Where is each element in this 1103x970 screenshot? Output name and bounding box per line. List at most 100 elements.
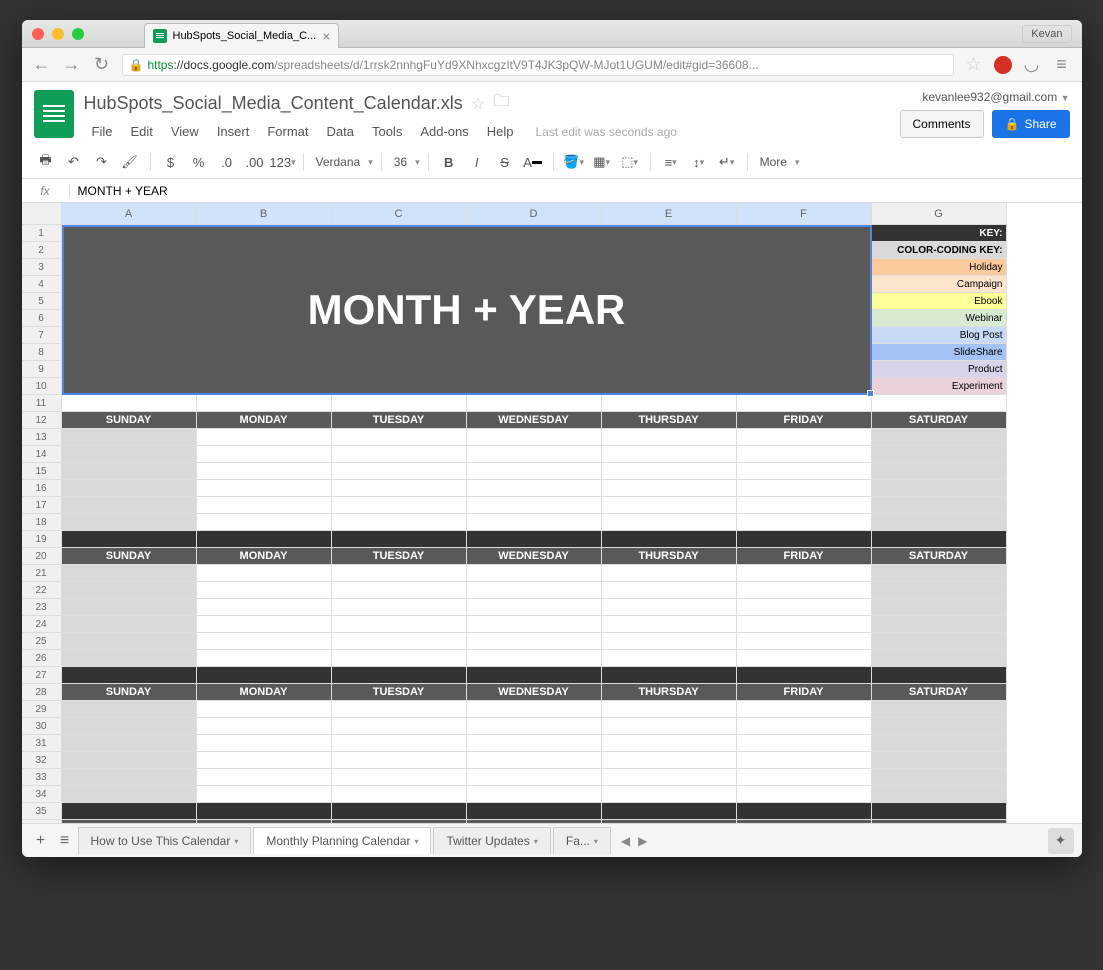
calendar-cell[interactable] — [62, 514, 197, 531]
row-header-12[interactable]: 12 — [22, 412, 62, 429]
separator-cell[interactable] — [872, 803, 1007, 820]
calendar-cell[interactable] — [872, 769, 1007, 786]
legend-campaign[interactable]: Campaign — [872, 276, 1007, 293]
calendar-cell[interactable] — [467, 616, 602, 633]
menu-view[interactable]: View — [163, 121, 207, 142]
calendar-cell[interactable] — [872, 735, 1007, 752]
calendar-cell[interactable] — [62, 735, 197, 752]
calendar-cell[interactable] — [737, 735, 872, 752]
calendar-cell[interactable] — [197, 497, 332, 514]
more-button[interactable]: More — [756, 155, 791, 169]
day-header-tuesday[interactable]: TUESDAY — [332, 820, 467, 823]
increase-decimal-icon[interactable]: .00 — [243, 150, 267, 174]
selection-handle[interactable] — [867, 390, 874, 397]
day-header-saturday[interactable]: SATURDAY — [872, 820, 1007, 823]
col-header-B[interactable]: B — [197, 203, 332, 225]
calendar-cell[interactable] — [332, 480, 467, 497]
calendar-cell[interactable] — [467, 752, 602, 769]
doc-title[interactable]: HubSpots_Social_Media_Content_Calendar.x… — [84, 93, 463, 114]
strikethrough-icon[interactable]: S — [493, 150, 517, 174]
calendar-cell[interactable] — [332, 446, 467, 463]
text-wrap-icon[interactable]: ↵▾ — [715, 150, 739, 174]
calendar-cell[interactable] — [197, 429, 332, 446]
calendar-cell[interactable] — [467, 786, 602, 803]
row-header-11[interactable]: 11 — [22, 395, 62, 412]
calendar-cell[interactable] — [467, 514, 602, 531]
day-header-friday[interactable]: FRIDAY — [737, 820, 872, 823]
day-header-tuesday[interactable]: TUESDAY — [332, 548, 467, 565]
calendar-cell[interactable] — [467, 633, 602, 650]
font-size-select[interactable]: 36 — [390, 155, 411, 169]
calendar-cell[interactable] — [737, 616, 872, 633]
calendar-cell[interactable] — [332, 463, 467, 480]
row-header-15[interactable]: 15 — [22, 463, 62, 480]
row-header-16[interactable]: 16 — [22, 480, 62, 497]
menu-tools[interactable]: Tools — [364, 121, 410, 142]
row-header-20[interactable]: 20 — [22, 548, 62, 565]
day-header-friday[interactable]: FRIDAY — [737, 412, 872, 429]
col-header-D[interactable]: D — [467, 203, 602, 225]
day-header-saturday[interactable]: SATURDAY — [872, 412, 1007, 429]
menu-help[interactable]: Help — [479, 121, 522, 142]
format-number-icon[interactable]: 123▾ — [271, 150, 295, 174]
menu-add-ons[interactable]: Add-ons — [412, 121, 476, 142]
separator-cell[interactable] — [332, 803, 467, 820]
row-header-25[interactable]: 25 — [22, 633, 62, 650]
col-header-E[interactable]: E — [602, 203, 737, 225]
calendar-cell[interactable] — [467, 480, 602, 497]
day-header-saturday[interactable]: SATURDAY — [872, 548, 1007, 565]
calendar-cell[interactable] — [197, 633, 332, 650]
calendar-cell[interactable] — [62, 582, 197, 599]
add-sheet-button[interactable]: + — [30, 830, 52, 852]
calendar-cell[interactable] — [332, 599, 467, 616]
legend-webinar[interactable]: Webinar — [872, 310, 1007, 327]
reload-button[interactable]: ↻ — [92, 54, 112, 75]
separator-cell[interactable] — [737, 667, 872, 684]
calendar-cell[interactable] — [737, 599, 872, 616]
calendar-cell[interactable] — [602, 582, 737, 599]
calendar-cell[interactable] — [62, 752, 197, 769]
paint-format-icon[interactable]: 🖌 — [118, 150, 142, 174]
calendar-cell[interactable] — [467, 718, 602, 735]
calendar-cell[interactable] — [602, 633, 737, 650]
calendar-cell[interactable] — [62, 650, 197, 667]
calendar-cell[interactable] — [602, 463, 737, 480]
calendar-cell[interactable] — [332, 701, 467, 718]
day-header-tuesday[interactable]: TUESDAY — [332, 412, 467, 429]
calendar-cell[interactable] — [467, 446, 602, 463]
calendar-cell[interactable] — [197, 701, 332, 718]
day-header-thursday[interactable]: THURSDAY — [602, 412, 737, 429]
calendar-cell[interactable] — [602, 446, 737, 463]
row-header-30[interactable]: 30 — [22, 718, 62, 735]
calendar-cell[interactable] — [872, 565, 1007, 582]
calendar-cell[interactable] — [737, 429, 872, 446]
calendar-cell[interactable] — [602, 735, 737, 752]
menu-format[interactable]: Format — [259, 121, 316, 142]
calendar-cell[interactable] — [197, 599, 332, 616]
legend-product[interactable]: Product — [872, 361, 1007, 378]
calendar-cell[interactable] — [332, 735, 467, 752]
explore-button[interactable]: ✦ — [1048, 828, 1074, 854]
calendar-cell[interactable] — [62, 633, 197, 650]
row-header-10[interactable]: 10 — [22, 378, 62, 395]
separator-cell[interactable] — [62, 531, 197, 548]
calendar-cell[interactable] — [602, 565, 737, 582]
separator-cell[interactable] — [737, 531, 872, 548]
day-header-thursday[interactable]: THURSDAY — [602, 820, 737, 823]
chevron-down-icon[interactable]: ▾ — [415, 157, 420, 168]
calendar-cell[interactable] — [197, 735, 332, 752]
day-header-sunday[interactable]: SUNDAY — [62, 684, 197, 701]
calendar-cell[interactable] — [872, 429, 1007, 446]
calendar-cell[interactable] — [737, 446, 872, 463]
calendar-cell[interactable] — [872, 616, 1007, 633]
merge-cells-icon[interactable]: ⬚▾ — [618, 150, 642, 174]
legend-slideshare[interactable]: SlideShare — [872, 344, 1007, 361]
calendar-cell[interactable] — [332, 616, 467, 633]
browser-tab[interactable]: HubSpots_Social_Media_C... × — [144, 23, 340, 48]
col-header-C[interactable]: C — [332, 203, 467, 225]
day-header-monday[interactable]: MONDAY — [197, 548, 332, 565]
folder-icon[interactable]: 🗀 — [493, 90, 509, 117]
sheet-tab[interactable]: Fa...▾ — [553, 827, 611, 854]
day-header-thursday[interactable]: THURSDAY — [602, 548, 737, 565]
calendar-cell[interactable] — [467, 735, 602, 752]
